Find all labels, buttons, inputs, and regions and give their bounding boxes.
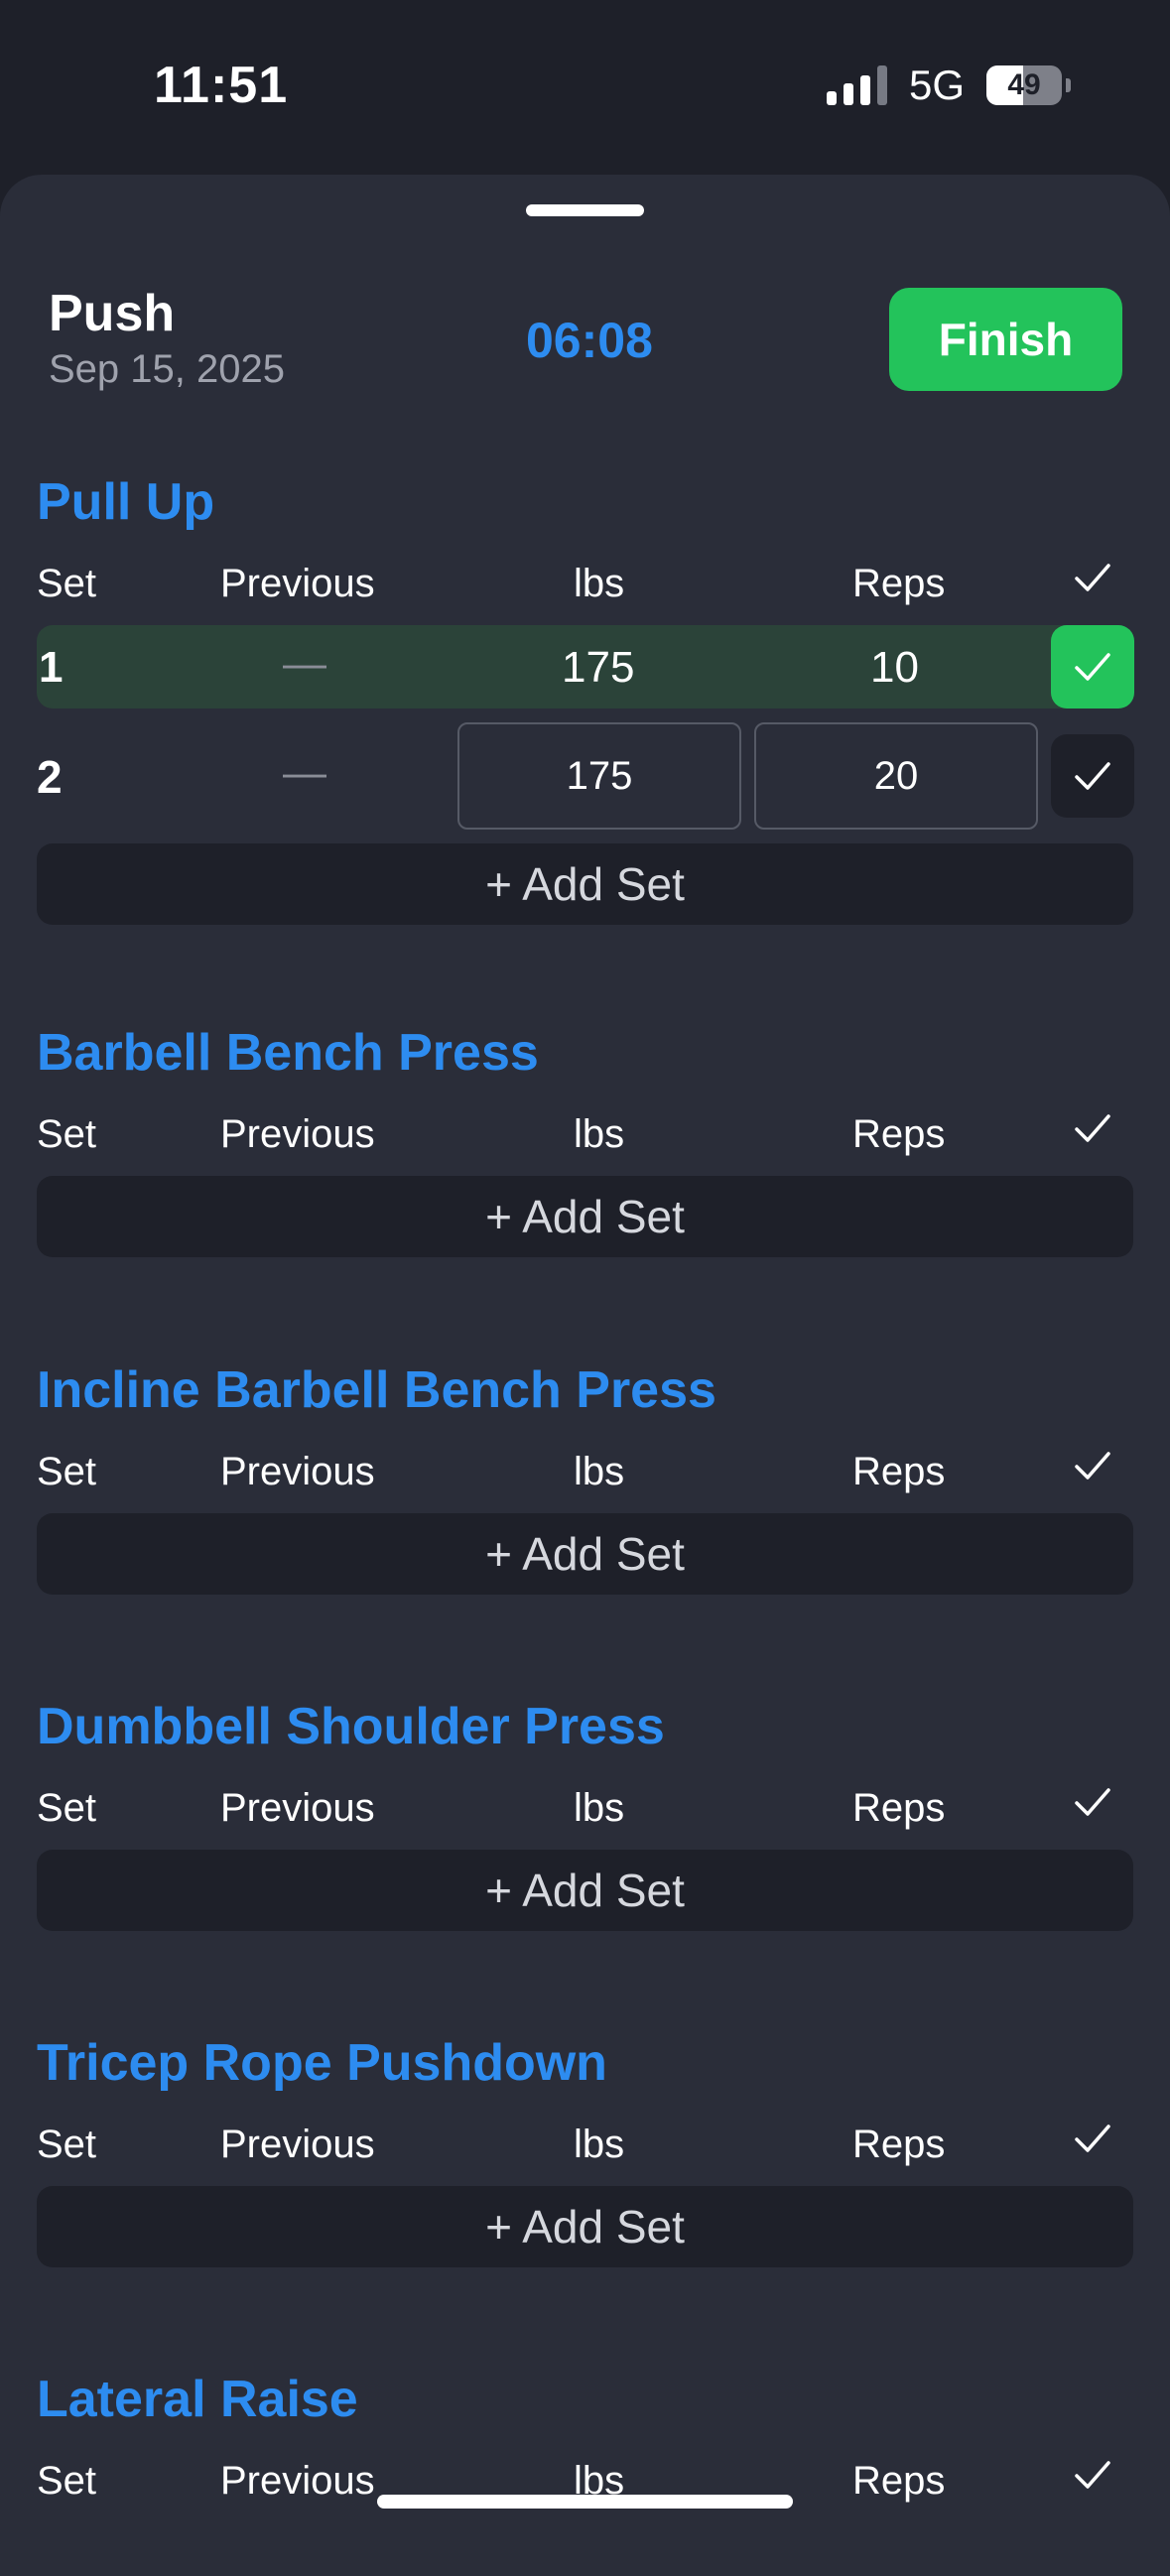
complete-set-toggle[interactable]	[1051, 625, 1134, 708]
checkmark-icon	[1069, 2115, 1116, 2172]
battery-percent: 49	[1007, 68, 1041, 101]
add-set-button[interactable]: + Add Set	[37, 1176, 1133, 1257]
workout-title[interactable]: Push	[49, 284, 175, 343]
column-set: Set	[37, 562, 97, 605]
exercise-card: Pull Up Set Previous lbs Reps 1 — 175 10…	[37, 462, 1134, 925]
exercise-card: Dumbbell Shoulder Press Set Previous lbs…	[37, 1687, 1133, 1931]
previous-value: —	[283, 748, 326, 797]
set-row: 2 — 175 20	[37, 722, 1134, 830]
column-previous: Previous	[220, 562, 375, 605]
column-reps: Reps	[852, 1786, 946, 1830]
column-reps: Reps	[852, 1450, 946, 1493]
exercise-name[interactable]: Barbell Bench Press	[37, 1013, 1133, 1093]
add-set-button[interactable]: + Add Set	[37, 2186, 1133, 2267]
status-indicators: 5G 49	[826, 62, 1071, 109]
signal-icon	[826, 65, 887, 105]
column-previous: Previous	[220, 1450, 375, 1493]
exercise-card: Tricep Rope Pushdown Set Previous lbs Re…	[37, 2023, 1133, 2267]
sheet-grabber[interactable]	[526, 204, 644, 216]
checkmark-icon	[1069, 1778, 1116, 1836]
exercise-card: Barbell Bench Press Set Previous lbs Rep…	[37, 1013, 1133, 1257]
exercise-name[interactable]: Dumbbell Shoulder Press	[37, 1687, 1133, 1766]
column-weight: lbs	[574, 1450, 625, 1493]
column-reps: Reps	[852, 562, 946, 605]
checkmark-icon	[1075, 762, 1110, 790]
column-previous: Previous	[220, 1786, 375, 1830]
column-reps: Reps	[852, 2123, 946, 2166]
exercise-name[interactable]: Pull Up	[37, 462, 1133, 542]
complete-set-toggle[interactable]	[1051, 734, 1134, 818]
set-header-row: Set Previous lbs Reps	[37, 2439, 1133, 2522]
column-set: Set	[37, 1450, 97, 1493]
set-number: 2	[37, 751, 63, 803]
column-reps: Reps	[852, 1112, 946, 1156]
column-set: Set	[37, 2123, 97, 2166]
workout-sheet: Push Sep 15, 2025 06:08 Finish Pull Up S…	[0, 175, 1170, 2576]
column-weight: lbs	[574, 1112, 625, 1156]
set-header-row: Set Previous lbs Reps	[37, 2103, 1133, 2186]
weight-value[interactable]: 175	[562, 643, 634, 693]
column-set: Set	[37, 2459, 97, 2503]
column-previous: Previous	[220, 1112, 375, 1156]
home-indicator[interactable]	[377, 2495, 793, 2509]
set-header-row: Set Previous lbs Reps	[37, 542, 1133, 625]
column-set: Set	[37, 1112, 97, 1156]
workout-date: Sep 15, 2025	[49, 347, 285, 391]
status-time: 11:51	[154, 57, 289, 114]
column-weight: lbs	[574, 2123, 625, 2166]
previous-value: —	[283, 639, 326, 688]
column-weight: lbs	[574, 1786, 625, 1830]
add-set-button[interactable]: + Add Set	[37, 843, 1133, 925]
add-set-button[interactable]: + Add Set	[37, 1850, 1133, 1931]
column-weight: lbs	[574, 562, 625, 605]
battery-cap	[1066, 78, 1071, 92]
battery-icon: 49	[986, 65, 1062, 105]
reps-value[interactable]: 10	[870, 643, 919, 693]
exercise-name[interactable]: Lateral Raise	[37, 2360, 1133, 2439]
column-set: Set	[37, 1786, 97, 1830]
set-row-completed: 1 — 175 10	[37, 625, 1134, 708]
set-header-row: Set Previous lbs Reps	[37, 1766, 1133, 1850]
network-type: 5G	[908, 62, 965, 108]
checkmark-icon	[1075, 653, 1110, 681]
exercise-name[interactable]: Tricep Rope Pushdown	[37, 2023, 1133, 2103]
set-header-row: Set Previous lbs Reps	[37, 1093, 1133, 1176]
checkmark-icon	[1069, 1442, 1116, 1499]
checkmark-icon	[1069, 2451, 1116, 2509]
workout-timer: 06:08	[526, 313, 653, 368]
reps-input[interactable]: 20	[754, 722, 1038, 830]
exercise-card: Incline Barbell Bench Press Set Previous…	[37, 1351, 1133, 1595]
column-previous: Previous	[220, 2459, 375, 2503]
finish-button[interactable]: Finish	[889, 288, 1122, 391]
checkmark-icon	[1069, 1104, 1116, 1162]
column-reps: Reps	[852, 2459, 946, 2503]
column-previous: Previous	[220, 2123, 375, 2166]
add-set-button[interactable]: + Add Set	[37, 1513, 1133, 1595]
set-number: 1	[39, 643, 64, 692]
weight-input[interactable]: 175	[457, 722, 741, 830]
status-bar: 11:51 5G 49	[0, 0, 1170, 175]
exercise-name[interactable]: Incline Barbell Bench Press	[37, 1351, 1133, 1430]
set-header-row: Set Previous lbs Reps	[37, 1430, 1133, 1513]
checkmark-icon	[1069, 554, 1116, 611]
